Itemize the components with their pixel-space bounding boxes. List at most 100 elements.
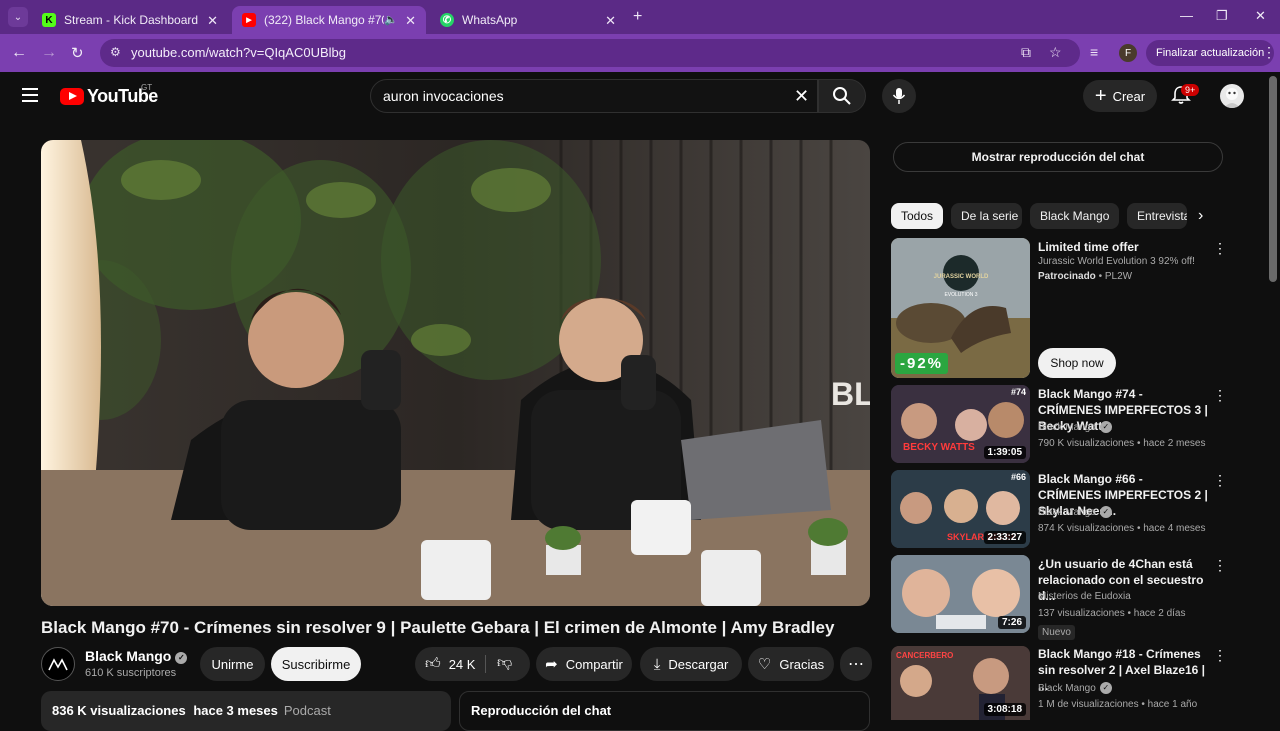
rec-thumbnail[interactable]: BECKY WATTS #74 1:39:05: [891, 385, 1030, 463]
menu-icon[interactable]: [22, 88, 38, 102]
show-chat-label: Mostrar reproducción del chat: [971, 150, 1145, 164]
more-actions-button[interactable]: ⋯: [840, 647, 872, 681]
voice-search-button[interactable]: [882, 79, 916, 113]
divider: [485, 655, 486, 673]
chip-todos[interactable]: Todos: [891, 203, 943, 229]
ad-subtitle: Jurassic World Evolution 3 92% off!: [1038, 256, 1195, 267]
advertiser-name: PL2W: [1104, 271, 1133, 282]
subscriber-count: 610 K suscriptores: [85, 667, 177, 679]
like-count[interactable]: 24 K: [449, 657, 476, 672]
rec-channel[interactable]: Black Mango ✓: [1038, 506, 1112, 518]
ad-thumbnail[interactable]: JURASSIC WORLD EVOLUTION 3 -92%: [891, 238, 1030, 378]
new-tab-button[interactable]: +: [633, 8, 642, 26]
video-tag[interactable]: Podcast: [284, 703, 331, 718]
like-dislike-group: 👍︎ 24 K 👎︎: [415, 647, 530, 681]
share-icon: ➦: [545, 656, 558, 673]
profile-avatar[interactable]: F: [1119, 44, 1137, 62]
more-options-icon[interactable]: ⋮: [1213, 557, 1227, 574]
account-avatar[interactable]: [1220, 84, 1244, 108]
shop-now-button[interactable]: Shop now: [1038, 348, 1116, 378]
thanks-heart-icon: ♡: [757, 656, 772, 673]
join-button[interactable]: Unirme: [200, 647, 265, 681]
tab-title: (322) Black Mango #70 - Crí: [264, 13, 384, 27]
chip-label: Todos: [901, 209, 934, 223]
rec-channel-name: Black Mango: [1038, 683, 1096, 694]
chip-de-la-serie[interactable]: De la serie: [951, 203, 1022, 229]
reload-button[interactable]: ↻: [71, 44, 84, 62]
search-value[interactable]: auron invocaciones: [383, 88, 504, 104]
channel-avatar[interactable]: [41, 647, 75, 681]
update-button[interactable]: Finalizar actualización: [1146, 40, 1275, 66]
verified-icon: ✓: [1099, 421, 1112, 433]
ad-title[interactable]: Limited time offer: [1038, 239, 1208, 255]
chip-entrevistas[interactable]: Entrevistas: [1127, 203, 1187, 229]
rec-channel-name[interactable]: Misterios de Eudoxia: [1038, 591, 1131, 602]
tab-whatsapp[interactable]: ✆ WhatsApp ✕: [430, 6, 626, 34]
like-icon[interactable]: 👍︎: [425, 655, 441, 673]
video-frame: BL: [41, 140, 870, 606]
sponsored-label: Patrocinado: [1038, 271, 1096, 282]
media-controls-icon[interactable]: ≡: [1090, 44, 1098, 60]
create-button[interactable]: + Crear: [1083, 80, 1157, 112]
description-meta: 836 K visualizaciones hace 3 meses Podcas…: [52, 703, 331, 718]
search-button[interactable]: [818, 79, 866, 113]
chevron-right-icon[interactable]: ›: [1198, 207, 1203, 225]
chip-black-mango[interactable]: Black Mango: [1030, 203, 1119, 229]
forward-button[interactable]: →: [41, 44, 57, 62]
rec-thumbnail[interactable]: CANCERBERO 3:08:18: [891, 646, 1030, 720]
upload-age: hace 3 meses: [193, 703, 278, 718]
duration-badge: 2:33:27: [983, 531, 1026, 544]
maximize-button[interactable]: ❐: [1216, 8, 1228, 24]
rec-thumbnail[interactable]: 7:26: [891, 555, 1030, 633]
tab-title: Stream - Kick Dashboard: [64, 13, 199, 27]
rec-channel[interactable]: Black Mango ✓: [1038, 421, 1112, 433]
page-scrollbar[interactable]: [1269, 76, 1277, 282]
install-app-icon[interactable]: ⧉: [1021, 44, 1031, 61]
channel-name-text: Black Mango: [85, 648, 172, 664]
plus-icon: +: [1094, 84, 1107, 107]
more-options-icon[interactable]: ⋮: [1213, 472, 1227, 489]
rec-thumb-caption: BECKY WATTS: [903, 442, 975, 453]
close-window-button[interactable]: ✕: [1255, 8, 1266, 24]
share-button[interactable]: ➦ Compartir: [536, 647, 632, 681]
dislike-icon[interactable]: 👎︎: [497, 654, 512, 672]
more-icon: ⋯: [848, 656, 864, 673]
channel-name[interactable]: Black Mango ✓: [85, 648, 188, 664]
subscribe-button[interactable]: Suscribirme: [271, 647, 361, 681]
more-options-icon[interactable]: ⋮: [1213, 240, 1227, 257]
browser-menu-icon[interactable]: ⋮: [1262, 44, 1276, 61]
tab-youtube-video[interactable]: ▶ (322) Black Mango #70 - Crí 🔈 ✕: [232, 6, 426, 34]
view-count: 836 K visualizaciones: [52, 703, 186, 718]
rec-channel[interactable]: Black Mango ✓: [1038, 682, 1112, 694]
clear-search-icon[interactable]: ✕: [794, 86, 809, 107]
rec-meta: 874 K visualizaciones • hace 4 meses: [1038, 523, 1206, 534]
close-icon[interactable]: ✕: [207, 13, 218, 29]
rec-thumbnail[interactable]: SKYLAR NEESE #66 2:33:27: [891, 470, 1030, 548]
verified-icon: ✓: [1099, 682, 1112, 694]
close-icon[interactable]: ✕: [405, 13, 416, 29]
minimize-button[interactable]: —: [1180, 8, 1193, 23]
ad-sponsor-line: Patrocinado • PL2W: [1038, 271, 1133, 282]
bookmark-star-icon[interactable]: ☆: [1049, 44, 1062, 61]
subscribe-label: Suscribirme: [281, 656, 351, 672]
show-chat-replay-button[interactable]: Mostrar reproducción del chat: [893, 142, 1223, 172]
site-info-icon[interactable]: ⚙: [110, 45, 121, 59]
url-text[interactable]: youtube.com/watch?v=QIqAC0UBlbg: [131, 45, 346, 60]
speaker-icon[interactable]: 🔈: [384, 13, 398, 26]
download-button[interactable]: ⤓ Descargar: [640, 647, 742, 681]
video-player[interactable]: BL: [41, 140, 870, 606]
ad-thumb-sub: EVOLUTION 3: [944, 292, 977, 298]
ad-thumb-logo: JURASSIC WORLD: [934, 274, 989, 280]
new-badge: Nuevo: [1038, 625, 1075, 640]
thanks-button[interactable]: ♡ Gracias: [748, 647, 834, 681]
more-options-icon[interactable]: ⋮: [1213, 387, 1227, 404]
close-icon[interactable]: ✕: [605, 13, 616, 29]
tab-kick-dashboard[interactable]: K Stream - Kick Dashboard ✕: [32, 6, 228, 34]
duration-badge: 3:08:18: [983, 703, 1026, 716]
more-options-icon[interactable]: ⋮: [1213, 647, 1227, 664]
join-label: Unirme: [211, 656, 254, 672]
create-label: Crear: [1112, 88, 1146, 104]
back-button[interactable]: ←: [11, 44, 27, 62]
tab-search-button[interactable]: ⌄: [8, 7, 28, 27]
download-icon: ⤓: [653, 655, 661, 673]
